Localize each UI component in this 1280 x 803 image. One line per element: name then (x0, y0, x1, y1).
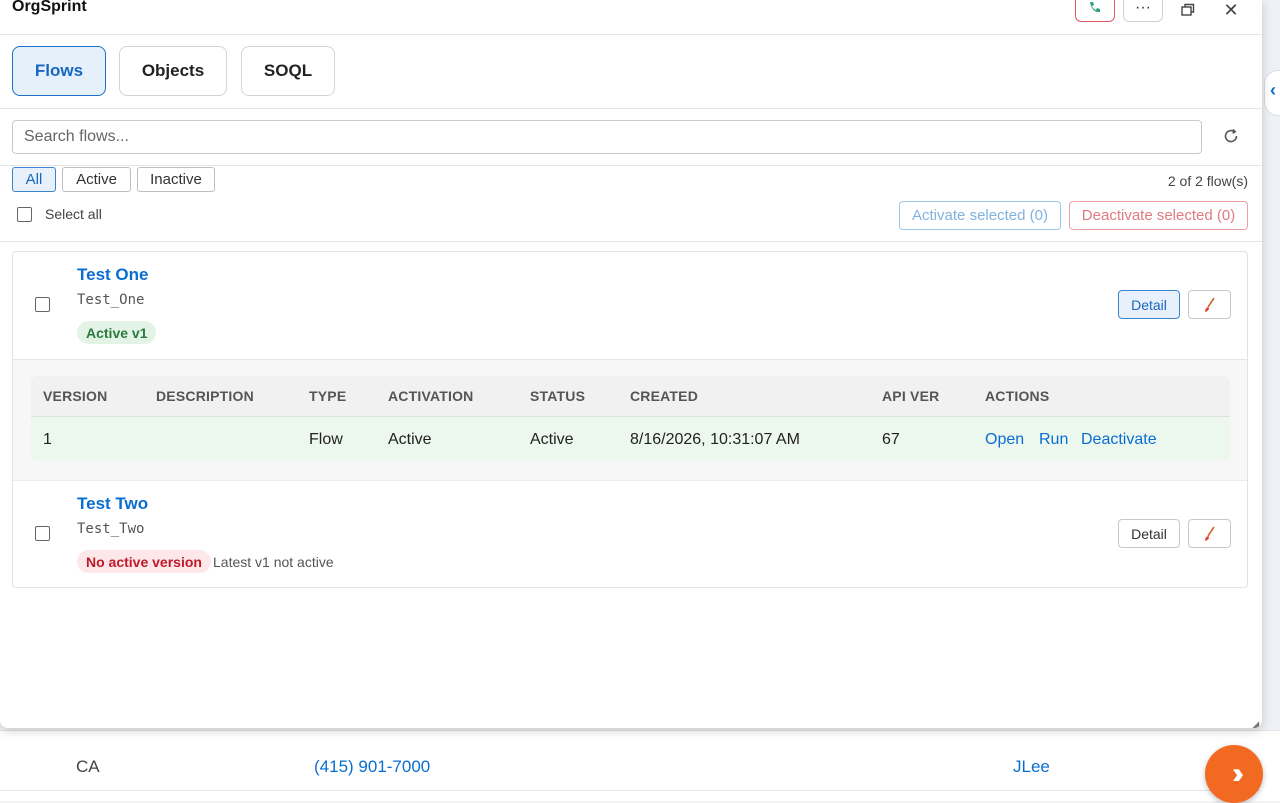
app-title: OrgSprint (12, 0, 87, 15)
resize-handle-icon[interactable]: ◢ (1250, 718, 1259, 728)
detail-button[interactable]: Detail (1118, 519, 1180, 548)
flow-checkbox[interactable] (35, 297, 50, 312)
title-bar: OrgSprint ··· ✕ (0, 0, 1262, 35)
refresh-icon[interactable] (1220, 125, 1242, 147)
versions-table: VERSION DESCRIPTION TYPE ACTIVATION STAT… (31, 376, 1230, 461)
status-badge: Active v1 (77, 321, 157, 344)
orgsprint-panel: OrgSprint ··· ✕ Flows Objects SOQL All A… (0, 0, 1262, 728)
column-header: TYPE (309, 388, 347, 404)
deactivate-link[interactable]: Deactivate (1081, 431, 1157, 449)
column-header: API VER (882, 388, 940, 404)
flow-item: Test Two Test_Two No active version Late… (13, 480, 1247, 587)
versions-table-header: VERSION DESCRIPTION TYPE ACTIVATION STAT… (31, 376, 1230, 417)
flow-name-link[interactable]: Test One (77, 265, 148, 285)
filter-active[interactable]: Active (62, 167, 131, 192)
flow-api-name: Test_Two (77, 521, 145, 537)
select-all[interactable]: Select all (17, 206, 102, 222)
flow-name-link[interactable]: Test Two (77, 494, 148, 514)
background-row-divider (0, 790, 1260, 791)
type-cell: Flow (309, 431, 343, 448)
tab-objects[interactable]: Objects (119, 46, 227, 96)
search-row (0, 109, 1262, 166)
edit-button[interactable] (1188, 290, 1231, 319)
phone-button[interactable] (1075, 0, 1115, 22)
launcher-icon[interactable]: ›› (1205, 745, 1263, 803)
filter-all[interactable]: All (12, 167, 56, 192)
phone-icon (1090, 2, 1100, 13)
filter-bar: All Active Inactive 2 of 2 flow(s) Selec… (0, 166, 1262, 242)
background-state-cell: CA (76, 757, 100, 776)
activate-selected-button[interactable]: Activate selected (0) (899, 201, 1061, 230)
chevron-left-icon[interactable]: ‹ (1270, 80, 1276, 101)
search-input[interactable] (12, 120, 1202, 154)
column-header: ACTIONS (985, 388, 1050, 404)
api-version-cell: 67 (882, 431, 900, 448)
version-note: Latest v1 not active (213, 554, 334, 570)
run-link[interactable]: Run (1039, 431, 1068, 449)
restore-window-icon[interactable] (1176, 0, 1200, 22)
detail-button[interactable]: Detail (1118, 290, 1180, 319)
filter-inactive[interactable]: Inactive (137, 167, 215, 192)
brush-icon (1204, 297, 1215, 312)
flow-checkbox[interactable] (35, 526, 50, 541)
more-icon: ··· (1135, 0, 1151, 16)
activation-cell: Active (388, 431, 432, 448)
close-icon[interactable]: ✕ (1219, 0, 1243, 22)
column-header: CREATED (630, 388, 699, 404)
select-all-checkbox[interactable] (17, 206, 32, 222)
column-header: DESCRIPTION (156, 388, 254, 404)
background-owner-link[interactable]: JLee (1013, 757, 1050, 777)
more-button[interactable]: ··· (1123, 0, 1163, 22)
flow-count: 2 of 2 flow(s) (1167, 173, 1248, 189)
status-badge: No active version (77, 550, 211, 573)
brush-icon (1204, 526, 1215, 541)
edit-button[interactable] (1188, 519, 1231, 548)
tab-bar: Flows Objects SOQL (0, 35, 1262, 109)
background-phone-link[interactable]: (415) 901-7000 (314, 757, 430, 777)
column-header: STATUS (530, 388, 586, 404)
flow-api-name: Test_One (77, 292, 145, 308)
flow-item: Test One Test_One Active v1 Detail (13, 252, 1247, 360)
versions-panel: VERSION DESCRIPTION TYPE ACTIVATION STAT… (13, 360, 1247, 480)
select-all-label: Select all (45, 206, 102, 222)
tab-soql[interactable]: SOQL (241, 46, 335, 96)
open-link[interactable]: Open (985, 431, 1024, 449)
table-row: 1 Flow Active Active 8/16/2026, 10:31:07… (31, 417, 1230, 461)
flow-list: Test One Test_One Active v1 Detail VERSI… (12, 251, 1248, 588)
version-cell: 1 (43, 431, 52, 448)
deactivate-selected-button[interactable]: Deactivate selected (0) (1069, 201, 1248, 230)
column-header: ACTIVATION (388, 388, 474, 404)
created-cell: 8/16/2026, 10:31:07 AM (630, 431, 800, 448)
column-header: VERSION (43, 388, 108, 404)
status-cell: Active (530, 431, 574, 448)
tab-flows[interactable]: Flows (12, 46, 106, 96)
